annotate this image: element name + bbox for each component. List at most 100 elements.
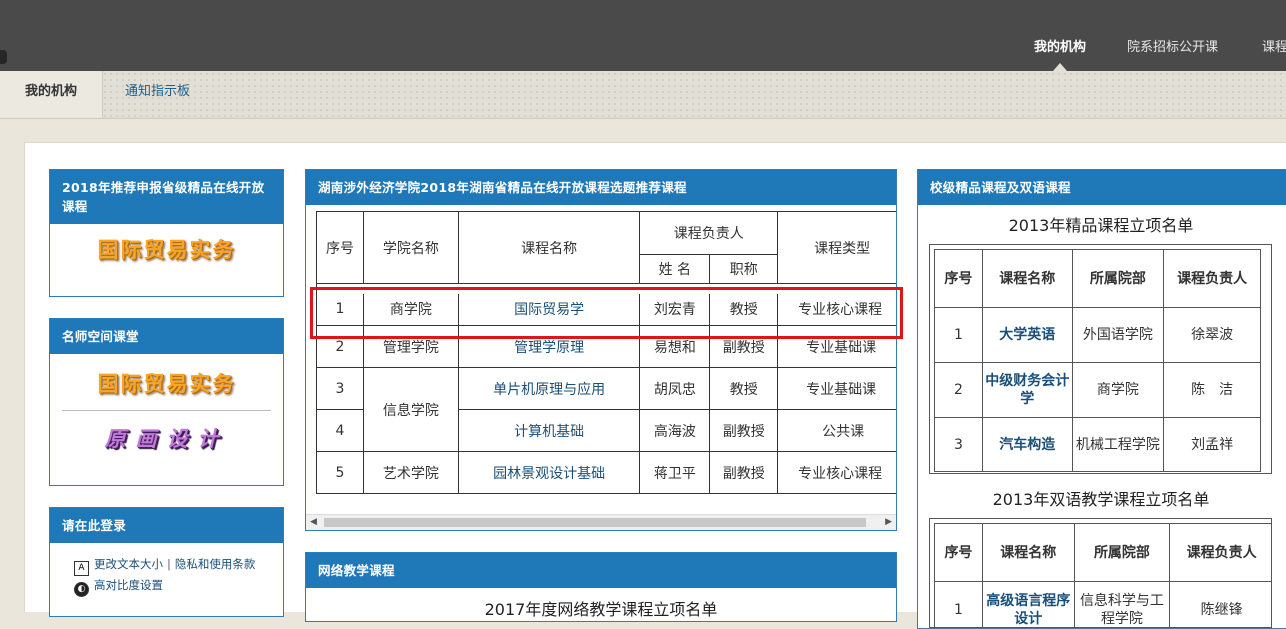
cell-college: 信息学院	[362, 367, 459, 452]
bilingual-table-frame: 序号 课程名称 所属院部 课程负责人 1 高级语言程序设计 信息科学与工程学院 …	[929, 518, 1272, 628]
topnav-my-org[interactable]: 我的机构	[1034, 36, 1087, 71]
header-no: 序号	[316, 211, 364, 284]
cell-dept: 机械工程学院	[1071, 417, 1165, 472]
cell-name: 胡凤忠	[639, 367, 711, 410]
topnav-college-courses[interactable]: 院系招标公开课	[1127, 36, 1218, 55]
cell-rank: 副教授	[709, 451, 779, 494]
cell-no: 3	[934, 417, 983, 472]
header-leader: 课程负责人	[1163, 249, 1261, 308]
header-no: 序号	[934, 249, 983, 308]
cell-dept: 外国语学院	[1071, 307, 1165, 363]
table-row: 5 艺术学院 园林景观设计基础 蒋卫平 副教授 专业核心课程	[316, 451, 896, 494]
side-handle[interactable]	[0, 50, 7, 64]
table-row: 1 大学英语 外国语学院 徐翠波	[934, 307, 1261, 363]
login-portlet: 请在此登录 A 更改文本大小 | 隐私和使用条款 ◐ 高对比度设置	[49, 507, 284, 617]
quality-list-title: 2013年精品课程立项名单	[1008, 216, 1194, 235]
high-contrast-link[interactable]: 高对比度设置	[94, 578, 163, 592]
network-courses-portlet: 网络教学课程 2017年度网络教学课程立项名单	[305, 552, 897, 622]
login-links: A 更改文本大小 | 隐私和使用条款 ◐ 高对比度设置	[50, 543, 283, 597]
cell-dept: 商学院	[1071, 362, 1165, 418]
table-row: 3 汽车构造 机械工程学院 刘孟祥	[934, 417, 1261, 472]
recommend-courses-table: 序号 学院名称 课程名称 课程负责人 课程类型 姓 名 职称 1 商学院 国际贸…	[316, 211, 896, 494]
horizontal-scrollbar[interactable]: ◀ ▶	[306, 514, 896, 530]
separator: |	[167, 557, 171, 571]
portlet-title: 名师空间课堂	[50, 319, 283, 354]
course-link[interactable]: 高级语言程序设计	[986, 593, 1070, 627]
portlet-title: 湖南涉外经济学院2018年湖南省精品在线开放课程选题推荐课程	[306, 170, 896, 205]
portlet-title: 请在此登录	[50, 508, 283, 543]
promo-art-design[interactable]: 原画设计	[50, 423, 283, 453]
cell-type: 专业基础课	[777, 367, 896, 410]
cell-no: 3	[316, 367, 364, 410]
header-rank: 职称	[709, 254, 779, 284]
table-row: 1 高级语言程序设计 信息科学与工程学院 陈继锋	[934, 581, 1271, 627]
contrast-icon: ◐	[74, 582, 89, 597]
table-viewport: 序号 学院名称 课程名称 课程负责人 课程类型 姓 名 职称 1 商学院 国际贸…	[316, 211, 896, 511]
promo-international-trade[interactable]: 国际贸易实务	[50, 368, 283, 398]
portlet-title: 2018年推荐申报省级精品在线开放课程	[50, 170, 283, 224]
cell-name: 高海波	[639, 409, 711, 452]
cell-name: 蒋卫平	[639, 451, 711, 494]
highlight-box	[310, 287, 903, 339]
table-row: 3 信息学院 单片机原理与应用 胡凤忠 教授 专业基础课	[316, 367, 896, 452]
tab-my-org[interactable]: 我的机构	[0, 71, 103, 118]
active-caret	[1053, 63, 1067, 71]
topnav-my-org-label: 我的机构	[1034, 40, 1087, 55]
bilingual-list-title: 2013年双语教学课程立项名单	[992, 490, 1210, 509]
portlet-title: 校级精品课程及双语课程	[918, 170, 1286, 205]
table-row: 2 中级财务会计学 商学院 陈 洁	[934, 362, 1261, 418]
tab-notice-board[interactable]: 通知指示板	[125, 71, 190, 118]
top-bar: 我的机构 院系招标公开课 课程	[0, 0, 1286, 71]
cell-rank: 副教授	[709, 409, 779, 452]
course-link[interactable]: 大学英语	[999, 327, 1055, 343]
header-type: 课程类型	[777, 211, 896, 284]
course-link[interactable]: 管理学原理	[514, 340, 584, 356]
header-no: 序号	[934, 523, 983, 582]
cell-no: 5	[316, 451, 364, 494]
text-size-icon: A	[74, 561, 89, 576]
change-text-size-link[interactable]: 更改文本大小	[94, 557, 163, 571]
cell-rank: 教授	[709, 367, 779, 410]
course-link[interactable]: 中级财务会计学	[985, 373, 1069, 407]
cell-dept: 信息科学与工程学院	[1073, 581, 1171, 627]
scroll-left-arrow[interactable]: ◀	[310, 517, 317, 527]
sub-nav-bar: 我的机构 通知指示板	[0, 71, 1286, 119]
header-course: 课程名称	[981, 523, 1075, 582]
scrollbar-thumb[interactable]	[324, 518, 866, 527]
scroll-right-arrow[interactable]: ▶	[885, 517, 892, 527]
promo-international-trade[interactable]: 国际贸易实务	[50, 234, 283, 264]
cell-leader: 徐翠波	[1163, 307, 1261, 363]
header-college: 学院名称	[362, 211, 459, 284]
cell-college: 艺术学院	[362, 451, 459, 494]
topnav-more[interactable]: 课程	[1262, 36, 1286, 55]
cell-no: 1	[934, 307, 983, 363]
header-name: 姓 名	[639, 254, 711, 284]
header-course: 课程名称	[981, 249, 1073, 308]
network-subtitle: 2017年度网络教学课程立项名单	[484, 600, 718, 619]
header-leader: 课程负责人	[639, 211, 779, 255]
cell-no: 4	[316, 409, 364, 452]
course-link[interactable]: 计算机基础	[514, 424, 584, 440]
recommend-portlet: 2018年推荐申报省级精品在线开放课程 国际贸易实务	[49, 169, 284, 297]
divider	[62, 410, 271, 411]
course-link[interactable]: 单片机原理与应用	[493, 382, 605, 398]
cell-type: 公共课	[777, 409, 896, 452]
course-link[interactable]: 汽车构造	[999, 437, 1055, 453]
cell-no: 1	[934, 581, 983, 627]
header-dept: 所属院部	[1073, 523, 1171, 582]
cell-type: 专业核心课程	[777, 451, 896, 494]
privacy-link[interactable]: 隐私和使用条款	[175, 557, 256, 571]
teacher-space-portlet: 名师空间课堂 国际贸易实务 原画设计	[49, 318, 284, 486]
quality-table-frame: 序号 课程名称 所属院部 课程负责人 1 大学英语 外国语学院 徐翠波 2 中级…	[929, 244, 1272, 474]
bilingual-courses-table: 序号 课程名称 所属院部 课程负责人 1 高级语言程序设计 信息科学与工程学院 …	[934, 523, 1271, 627]
header-dept: 所属院部	[1071, 249, 1165, 308]
header-leader: 课程负责人	[1169, 523, 1271, 582]
header-course: 课程名称	[457, 211, 641, 284]
quality-courses-table: 序号 课程名称 所属院部 课程负责人 1 大学英语 外国语学院 徐翠波 2 中级…	[934, 249, 1261, 472]
cell-leader: 陈 洁	[1163, 362, 1261, 418]
cell-leader: 陈继锋	[1169, 581, 1271, 627]
cell-no: 2	[934, 362, 983, 418]
portlet-title: 网络教学课程	[306, 553, 896, 588]
course-link[interactable]: 园林景观设计基础	[493, 466, 605, 482]
cell-leader: 刘孟祥	[1163, 417, 1261, 472]
